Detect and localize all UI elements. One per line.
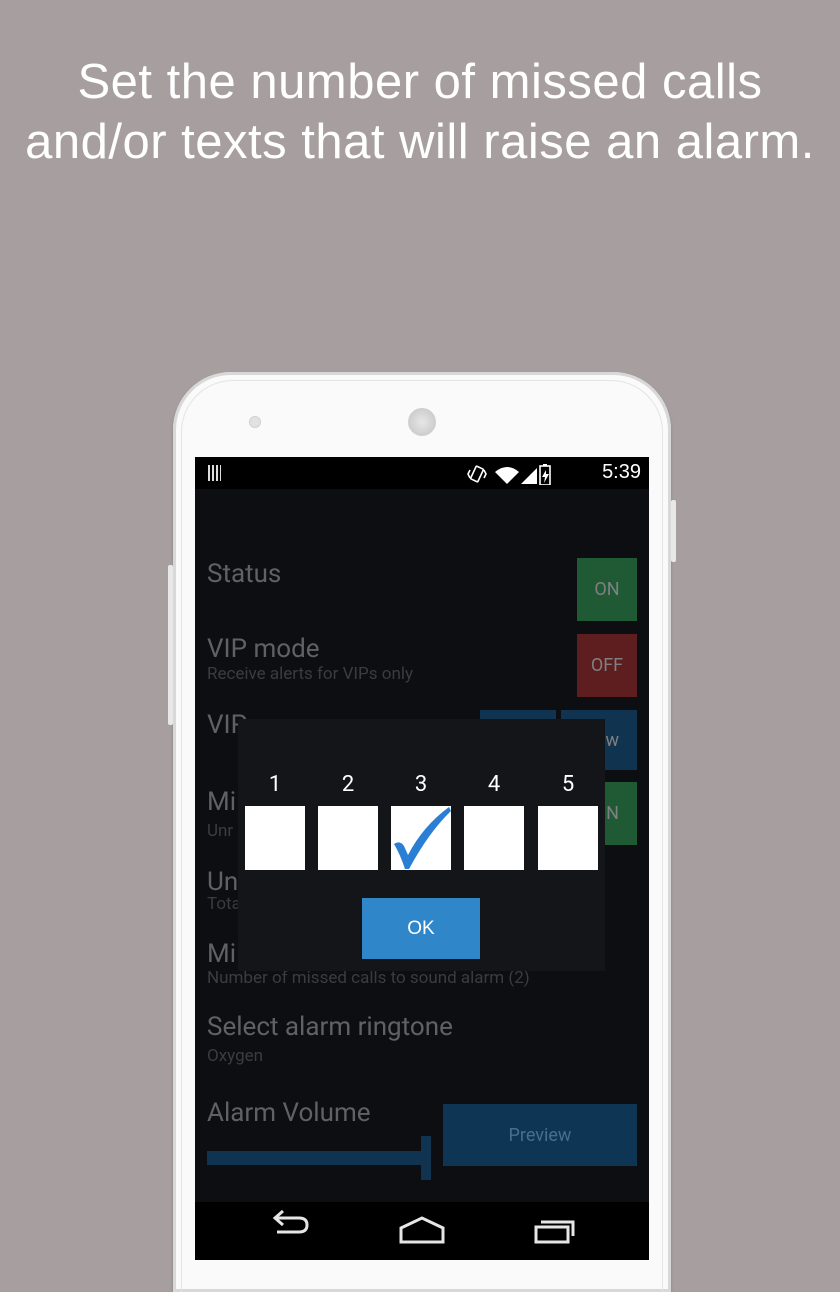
- alarm-volume-title: Alarm Volume: [207, 1098, 371, 1128]
- option-label-4: 4: [487, 772, 501, 797]
- navigation-bar: [195, 1202, 649, 1260]
- recent-apps-icon: [534, 1220, 575, 1244]
- promo-caption: Set the number of missed calls and/or te…: [0, 52, 840, 172]
- missed-texts-subtitle: Unr: [207, 821, 234, 841]
- ringtone-subtitle: Oxygen: [207, 1046, 264, 1066]
- clock: 5:39: [602, 461, 641, 483]
- unread-subtitle: Tota: [207, 894, 241, 914]
- option-label-1: 1: [268, 772, 282, 797]
- phone-screen: 5:39 Status ON VIP mode Receive alerts f…: [195, 457, 649, 1260]
- vip-mode-title: VIP mode: [207, 634, 320, 664]
- volume-slider-track[interactable]: [207, 1151, 421, 1165]
- vip-mode-subtitle: Receive alerts for VIPs only: [207, 664, 414, 684]
- missed-texts-title: Mi: [207, 787, 237, 817]
- power-button: [671, 500, 676, 562]
- signal-icon: [521, 468, 537, 484]
- missed-calls-title: Mi: [207, 939, 237, 969]
- vip-mode-toggle-button[interactable]: OFF: [577, 634, 637, 697]
- notification-icon: [208, 465, 221, 481]
- option-checkbox-2[interactable]: [318, 806, 378, 870]
- option-checkbox-1[interactable]: [245, 806, 305, 870]
- preview-button[interactable]: Preview: [443, 1104, 637, 1166]
- option-label-3: 3: [414, 772, 428, 797]
- ringtone-title[interactable]: Select alarm ringtone: [207, 1012, 453, 1042]
- status-title: Status: [207, 559, 282, 589]
- number-picker-dialog: 1 2 3 4 5 OK: [238, 719, 605, 971]
- missed-calls-subtitle: Number of missed calls to sound alarm (2…: [207, 968, 530, 988]
- home-icon: [399, 1216, 445, 1244]
- volume-button: [168, 565, 173, 725]
- checkmark-icon: [394, 807, 451, 869]
- earpiece-speaker: [408, 408, 436, 436]
- caption-line-1: Set the number of missed calls: [77, 55, 763, 109]
- option-checkbox-5[interactable]: [538, 806, 598, 870]
- volume-slider-thumb[interactable]: [421, 1136, 431, 1180]
- option-checkbox-3[interactable]: [391, 806, 451, 870]
- back-icon: [272, 1209, 309, 1234]
- battery-icon: [539, 464, 551, 485]
- option-label-2: 2: [341, 772, 355, 797]
- nav-icons: [272, 1209, 575, 1244]
- status-toggle-button[interactable]: ON: [577, 558, 637, 621]
- ok-button[interactable]: OK: [362, 898, 480, 959]
- option-checkbox-4[interactable]: [464, 806, 524, 870]
- vibrate-icon: [467, 465, 487, 483]
- front-camera: [249, 416, 261, 428]
- status-bar: 5:39: [195, 457, 649, 489]
- caption-line-2: and/or texts that will raise an alarm.: [25, 115, 815, 169]
- status-icons: [467, 464, 551, 485]
- option-label-5: 5: [561, 772, 575, 797]
- unread-title: Un: [207, 867, 239, 897]
- wifi-icon: [495, 467, 519, 484]
